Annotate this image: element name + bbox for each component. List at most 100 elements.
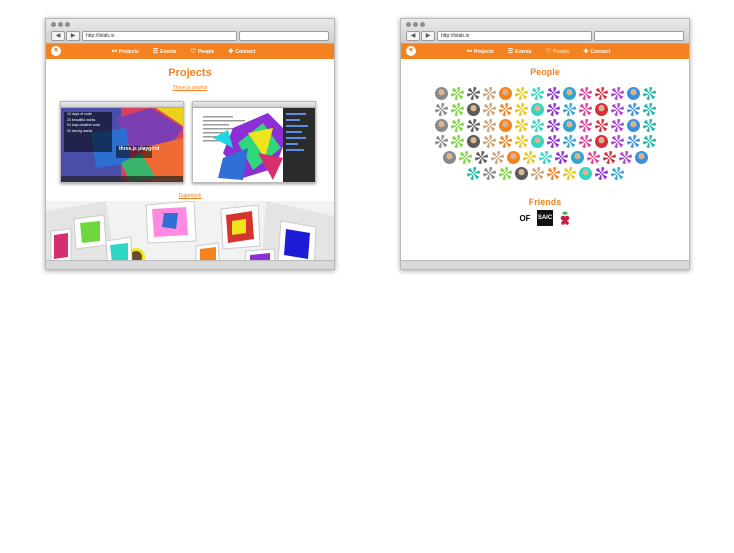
url-field[interactable]: http://lolab.io xyxy=(437,31,592,41)
playground-item[interactable]: 01 loop creative code xyxy=(67,123,100,129)
person-avatar[interactable] xyxy=(474,151,488,164)
person-avatar[interactable] xyxy=(578,119,592,132)
person-avatar[interactable] xyxy=(546,87,560,100)
zoom-dot[interactable] xyxy=(420,22,425,27)
person-avatar[interactable] xyxy=(642,87,656,100)
person-avatar[interactable] xyxy=(482,135,496,148)
code-editor-thumbnail[interactable] xyxy=(192,101,316,183)
person-avatar[interactable] xyxy=(530,87,544,100)
person-avatar[interactable] xyxy=(466,119,480,132)
person-avatar[interactable] xyxy=(498,103,512,116)
person-avatar[interactable] xyxy=(562,87,576,100)
person-avatar[interactable] xyxy=(450,103,464,116)
zoom-dot[interactable] xyxy=(65,22,70,27)
person-avatar[interactable] xyxy=(514,167,528,180)
browser-search-field[interactable] xyxy=(239,31,329,41)
nav-projects[interactable]: ⚯ Projects xyxy=(112,48,139,56)
forward-button[interactable]: ▶ xyxy=(66,31,80,41)
person-avatar[interactable] xyxy=(482,103,496,116)
person-avatar[interactable] xyxy=(514,119,528,132)
person-avatar[interactable] xyxy=(626,135,640,148)
person-avatar[interactable] xyxy=(578,135,592,148)
person-avatar[interactable] xyxy=(594,87,608,100)
datamosh-gallery[interactable] xyxy=(46,201,334,269)
raspberry-pi-logo[interactable] xyxy=(557,210,573,226)
person-avatar[interactable] xyxy=(546,135,560,148)
person-avatar[interactable] xyxy=(530,167,544,180)
saic-logo[interactable]: SAIC xyxy=(537,210,553,226)
person-avatar[interactable] xyxy=(450,87,464,100)
person-avatar[interactable] xyxy=(586,151,600,164)
person-avatar[interactable] xyxy=(618,151,632,164)
person-avatar[interactable] xyxy=(506,151,520,164)
person-avatar[interactable] xyxy=(554,151,568,164)
person-avatar[interactable] xyxy=(530,135,544,148)
person-avatar[interactable] xyxy=(610,119,624,132)
person-avatar[interactable] xyxy=(498,119,512,132)
lolab-logo-icon[interactable]: ♥ xyxy=(406,46,416,56)
person-avatar[interactable] xyxy=(562,103,576,116)
person-avatar[interactable] xyxy=(490,151,504,164)
person-avatar[interactable] xyxy=(530,103,544,116)
close-dot[interactable] xyxy=(51,22,56,27)
project-link-threejs[interactable]: Three.js playlist xyxy=(46,85,334,91)
person-avatar[interactable] xyxy=(578,87,592,100)
browser-search-field[interactable] xyxy=(594,31,684,41)
person-avatar[interactable] xyxy=(458,151,472,164)
forward-button[interactable]: ▶ xyxy=(421,31,435,41)
minimize-dot[interactable] xyxy=(58,22,63,27)
close-dot[interactable] xyxy=(406,22,411,27)
person-avatar[interactable] xyxy=(442,151,456,164)
nav-events[interactable]: ☰ Events xyxy=(153,48,177,56)
person-avatar[interactable] xyxy=(466,135,480,148)
person-avatar[interactable] xyxy=(538,151,552,164)
person-avatar[interactable] xyxy=(434,135,448,148)
person-avatar[interactable] xyxy=(642,103,656,116)
nav-connect[interactable]: ✚ Connect xyxy=(228,48,255,56)
person-avatar[interactable] xyxy=(610,135,624,148)
person-avatar[interactable] xyxy=(498,87,512,100)
project-link-datamosh[interactable]: Datamosh xyxy=(46,193,334,199)
person-avatar[interactable] xyxy=(530,119,544,132)
person-avatar[interactable] xyxy=(450,135,464,148)
person-avatar[interactable] xyxy=(546,167,560,180)
person-avatar[interactable] xyxy=(466,167,480,180)
person-avatar[interactable] xyxy=(546,119,560,132)
openframeworks-logo[interactable]: OF xyxy=(517,210,533,226)
nav-people[interactable]: ♡ People xyxy=(546,48,570,56)
person-avatar[interactable] xyxy=(642,119,656,132)
person-avatar[interactable] xyxy=(498,167,512,180)
person-avatar[interactable] xyxy=(642,135,656,148)
back-button[interactable]: ◀ xyxy=(51,31,65,41)
person-avatar[interactable] xyxy=(610,103,624,116)
playground-item[interactable]: 02 dev.bg works xyxy=(67,129,100,135)
person-avatar[interactable] xyxy=(482,119,496,132)
person-avatar[interactable] xyxy=(602,151,616,164)
person-avatar[interactable] xyxy=(514,135,528,148)
nav-events[interactable]: ☰ Events xyxy=(508,48,532,56)
person-avatar[interactable] xyxy=(578,167,592,180)
person-avatar[interactable] xyxy=(594,103,608,116)
person-avatar[interactable] xyxy=(522,151,536,164)
nav-people[interactable]: ♡ People xyxy=(191,48,215,56)
back-button[interactable]: ◀ xyxy=(406,31,420,41)
threejs-playground-thumbnail[interactable]: 10 days of code 20 beautiful works 01 lo… xyxy=(60,101,184,183)
person-avatar[interactable] xyxy=(434,103,448,116)
person-avatar[interactable] xyxy=(482,87,496,100)
person-avatar[interactable] xyxy=(562,119,576,132)
nav-connect[interactable]: ✚ Connect xyxy=(583,48,610,56)
person-avatar[interactable] xyxy=(514,103,528,116)
person-avatar[interactable] xyxy=(562,135,576,148)
person-avatar[interactable] xyxy=(466,103,480,116)
person-avatar[interactable] xyxy=(594,119,608,132)
person-avatar[interactable] xyxy=(546,103,560,116)
person-avatar[interactable] xyxy=(482,167,496,180)
lolab-logo-icon[interactable]: ♥ xyxy=(51,46,61,56)
person-avatar[interactable] xyxy=(570,151,584,164)
person-avatar[interactable] xyxy=(634,151,648,164)
person-avatar[interactable] xyxy=(434,119,448,132)
nav-projects[interactable]: ⚯ Projects xyxy=(467,48,494,56)
person-avatar[interactable] xyxy=(514,87,528,100)
person-avatar[interactable] xyxy=(434,87,448,100)
person-avatar[interactable] xyxy=(594,167,608,180)
